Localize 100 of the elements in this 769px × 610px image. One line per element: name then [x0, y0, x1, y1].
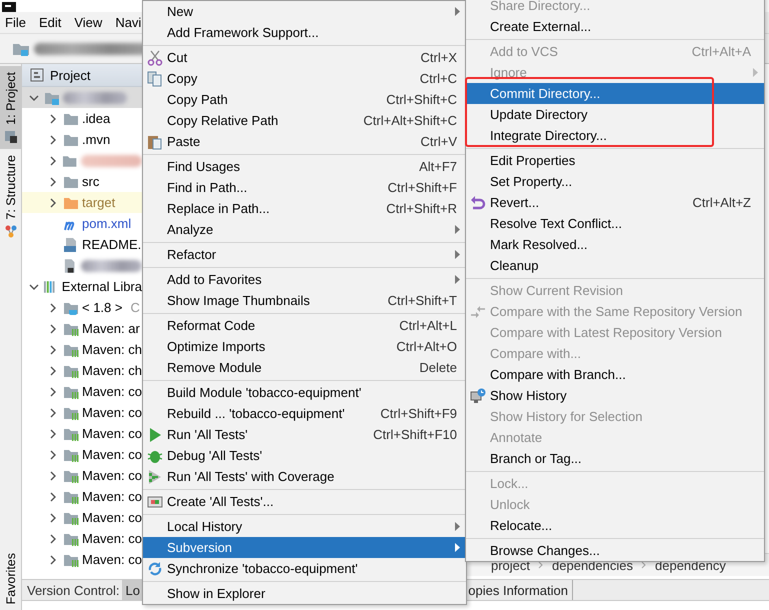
caret-icon	[753, 68, 758, 77]
tree-label: Maven: ar	[82, 321, 140, 336]
menu-item[interactable]: Debug 'All Tests'	[143, 445, 466, 466]
caret-icon	[455, 225, 460, 234]
panel-icon	[30, 68, 44, 82]
tree-label: Maven: co	[82, 510, 142, 525]
undo-arrow-icon	[470, 194, 486, 210]
caret-icon	[455, 7, 460, 16]
tree-row[interactable]: Maven: co	[22, 444, 142, 465]
menu-item[interactable]: Edit Properties	[466, 150, 764, 171]
tree-row[interactable]: Maven: ch	[22, 360, 142, 381]
tree-label: pom.xml	[82, 216, 132, 231]
tree-row[interactable]: Maven: co	[22, 507, 142, 528]
tool-window-tab[interactable]: Lo	[122, 580, 144, 600]
test-window-icon	[147, 494, 163, 510]
menu-item[interactable]: Remove Module Delete	[143, 357, 466, 378]
tree-row[interactable]: Maven: co	[22, 528, 142, 549]
menu-item[interactable]: Paste Ctrl+V	[143, 131, 466, 152]
menu-bar-item[interactable]: View	[74, 15, 102, 30]
tree-row[interactable]: .mvn	[22, 129, 142, 150]
tree-label: Maven: ch	[82, 363, 142, 378]
menu-item[interactable]: Add to Favorites	[143, 269, 466, 290]
tree-label: Maven: co	[82, 552, 142, 567]
tree-label: Maven: co	[82, 531, 142, 546]
menu-bar-item[interactable]: Edit	[38, 15, 62, 30]
tree-label: Maven: co	[82, 489, 142, 504]
tree-row[interactable]: < 1.8 > C	[22, 297, 142, 318]
menu-item[interactable]: Cleanup	[466, 255, 764, 276]
tree-label: .mvn	[82, 132, 110, 147]
tree-label: README.	[82, 237, 142, 252]
menu-item[interactable]: Create External...	[466, 16, 764, 37]
chevron-icon	[641, 561, 647, 569]
menu-item[interactable]: Cut Ctrl+X	[143, 47, 466, 68]
menu-item[interactable]: Run 'All Tests' Ctrl+Shift+F10	[143, 424, 466, 445]
menu-item[interactable]: Set Property...	[466, 171, 764, 192]
menu-item[interactable]: Replace in Path... Ctrl+Shift+R	[143, 198, 466, 219]
tree-label: Maven: co	[82, 384, 142, 399]
menu-item[interactable]: Resolve Text Conflict...	[466, 213, 764, 234]
menu-item[interactable]: Copy Ctrl+C	[143, 68, 466, 89]
menu-bar-item[interactable]: Navi	[115, 15, 142, 30]
tree-label: Maven: co	[82, 468, 142, 483]
menu-item[interactable]: Synchronize 'tobacco-equipment'	[143, 558, 466, 579]
tree-row[interactable]	[22, 87, 142, 108]
menu-item[interactable]: Copy Relative Path Ctrl+Alt+Shift+C	[143, 110, 466, 131]
menu-item[interactable]: Analyze	[143, 219, 466, 240]
menu-item[interactable]: New	[143, 1, 466, 22]
tree-label: target	[82, 195, 116, 210]
tree-row[interactable]: External Libra	[22, 276, 142, 297]
menu-item[interactable]: Revert... Ctrl+Alt+Z	[466, 192, 764, 213]
menu-item[interactable]: Show Image Thumbnails Ctrl+Shift+T	[143, 290, 466, 311]
tree-row[interactable]: Maven: co	[22, 486, 142, 507]
tree-row[interactable]: pom.xml	[22, 213, 142, 234]
tree-row[interactable]: target	[22, 192, 142, 213]
menu-item[interactable]: Subversion	[143, 537, 466, 558]
panel-title: Project	[50, 68, 90, 82]
tree-row[interactable]: Maven: co	[22, 549, 142, 570]
tree-row[interactable]: Maven: ch	[22, 339, 142, 360]
menu-item[interactable]: Mark Resolved...	[466, 234, 764, 255]
window-icon	[4, 130, 16, 143]
tool-window-tab[interactable]: Favorites	[0, 546, 21, 610]
tool-window-tab[interactable]: 7: Structure	[0, 148, 21, 244]
tree-row[interactable]: Maven: co	[22, 465, 142, 486]
menu-item[interactable]: Reformat Code Ctrl+Alt+L	[143, 315, 466, 336]
tree-label: Maven: ch	[82, 342, 142, 357]
menu-item[interactable]: Compare with Branch...	[466, 364, 764, 385]
structure-icon	[4, 225, 16, 238]
tree-row[interactable]: .idea	[22, 108, 142, 129]
menu-item[interactable]: Create 'All Tests'...	[143, 491, 466, 512]
menu-item[interactable]: Optimize Imports Ctrl+Alt+O	[143, 336, 466, 357]
tree-row[interactable]: Maven: ar	[22, 318, 142, 339]
tree-row[interactable]: src	[22, 171, 142, 192]
menu-item[interactable]: Add Framework Support...	[143, 22, 466, 43]
copy-icon	[147, 70, 163, 86]
tree-row[interactable]: Maven: co	[22, 381, 142, 402]
menu-item[interactable]: Build Module 'tobacco-equipment'	[143, 382, 466, 403]
menu-item[interactable]: Rebuild ... 'tobacco-equipment' Ctrl+Shift+F9	[143, 403, 466, 424]
tool-window-tab[interactable]: 1: Project	[0, 66, 21, 149]
sync-icon	[147, 560, 163, 576]
caret-icon	[455, 522, 460, 531]
menu-item[interactable]: Branch or Tag...	[466, 448, 764, 469]
menu-item[interactable]: Local History	[143, 516, 466, 537]
tree-row[interactable]: README.	[22, 234, 142, 255]
tree-label: Maven: co	[82, 447, 142, 462]
tree-label: src	[82, 174, 100, 189]
menu-item[interactable]: Show in Explorer	[143, 583, 466, 604]
tree-row[interactable]: Maven: co	[22, 402, 142, 423]
tree-row[interactable]: Maven: co	[22, 423, 142, 444]
caret-icon	[455, 275, 460, 284]
menu-item[interactable]: Find Usages Alt+F7	[143, 156, 466, 177]
menu-item[interactable]: Run 'All Tests' with Coverage	[143, 466, 466, 487]
menu-item[interactable]: Show History	[466, 385, 764, 406]
tree-hint: C	[130, 300, 140, 315]
menu-bar-item[interactable]: File	[5, 15, 26, 30]
tree-label: < 1.8 >	[82, 300, 122, 315]
menu-item[interactable]: Find in Path... Ctrl+Shift+F	[143, 177, 466, 198]
menu-item[interactable]: Commit Directory...	[466, 83, 764, 104]
menu-item[interactable]: Relocate...	[466, 515, 764, 536]
menu-item[interactable]: Copy Path Ctrl+Shift+C	[143, 89, 466, 110]
play-icon	[147, 426, 163, 442]
menu-item[interactable]: Refactor	[143, 244, 466, 265]
